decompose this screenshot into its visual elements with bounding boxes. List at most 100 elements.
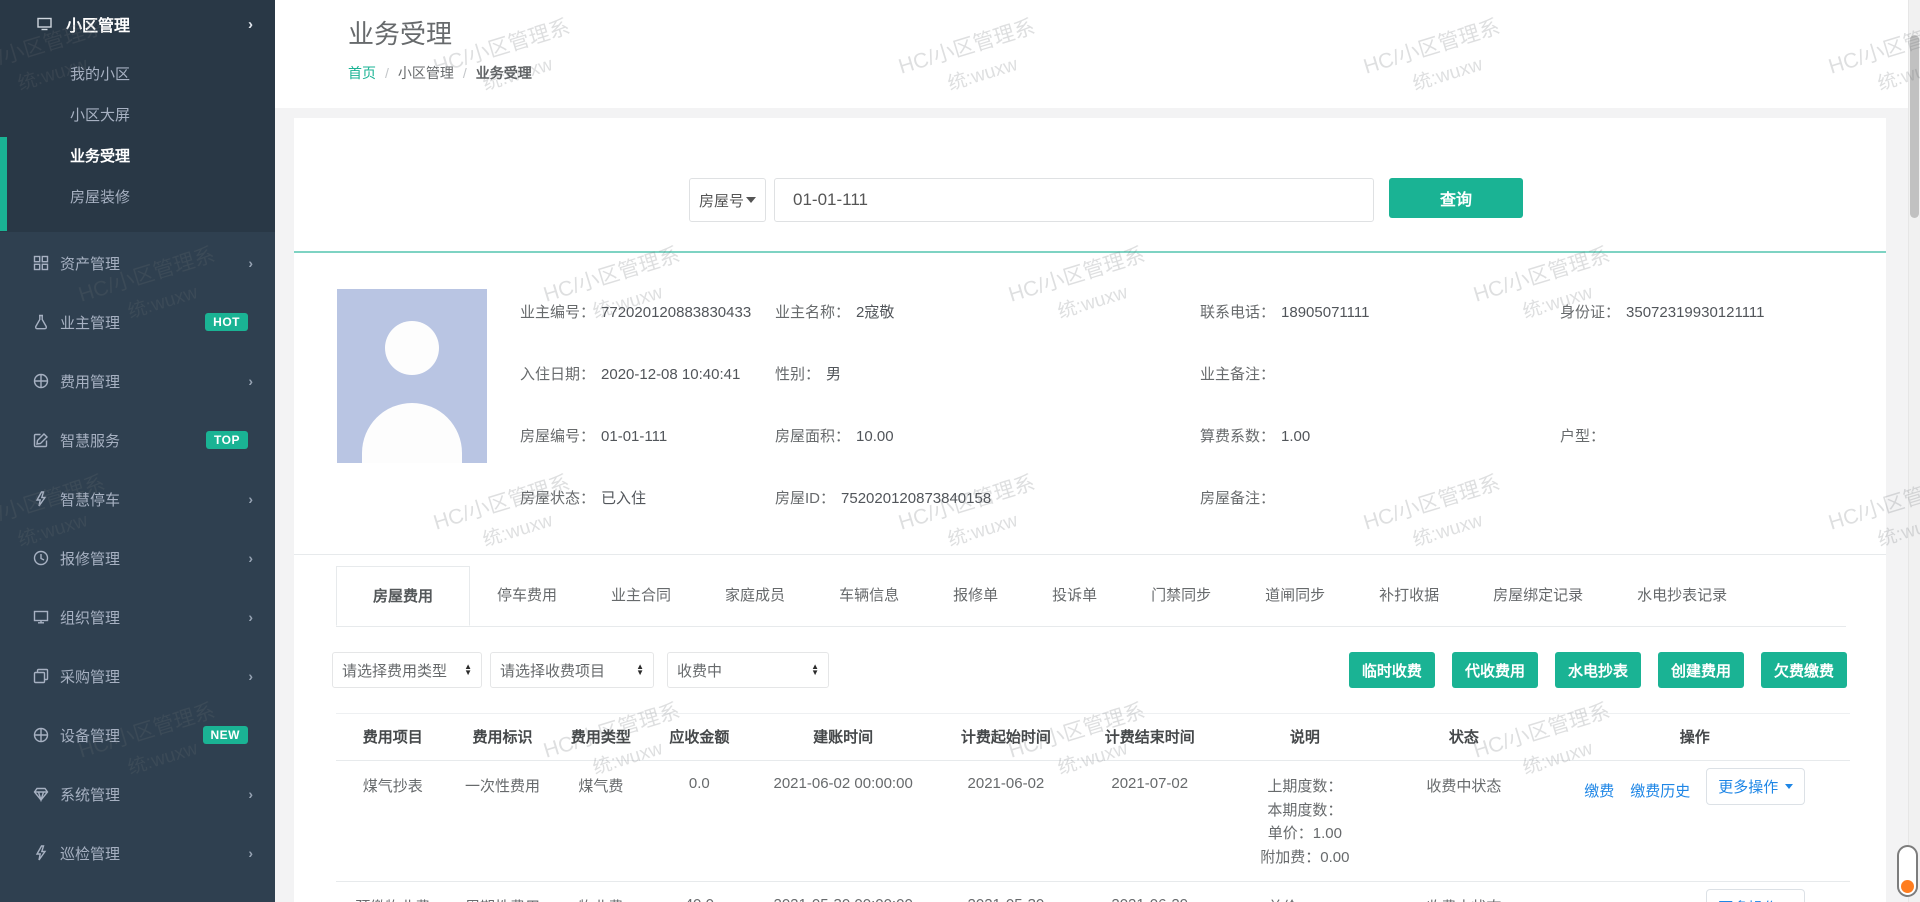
arrears-pay-button[interactable]: 欠费缴费	[1761, 652, 1847, 688]
page-title: 业务受理	[348, 14, 1920, 51]
tab-owner-contracts[interactable]: 业主合同	[584, 566, 698, 626]
field-house-remark: 房屋备注：	[1200, 485, 1560, 547]
sidebar-item-fees[interactable]: 费用管理›	[0, 359, 275, 403]
sidebar-item-assets[interactable]: 资产管理›	[0, 241, 275, 285]
field-id-card: 身份证：35072319930121111	[1560, 299, 1886, 361]
monitor-icon	[36, 16, 53, 32]
sidebar-item-purchasing[interactable]: 采购管理›	[0, 654, 275, 698]
owner-info-section: 业主编号：772020120883830433 业主名称：2寇敬 联系电话：18…	[294, 253, 1886, 555]
chevron-right-icon: ›	[248, 668, 253, 684]
tab-reprint-receipt[interactable]: 补打收据	[1352, 566, 1466, 626]
tab-complaint-orders[interactable]: 投诉单	[1025, 566, 1124, 626]
tab-repair-orders[interactable]: 报修单	[926, 566, 1025, 626]
globe-icon	[33, 550, 49, 566]
sidebar-item-repairs[interactable]: 报修管理›	[0, 536, 275, 580]
row-actions: 缴费 缴费历史 更多操作	[1542, 896, 1848, 902]
sidebar-subitem-big-screen[interactable]: 小区大屏	[0, 95, 275, 136]
vertical-scrollbar[interactable]	[1908, 0, 1920, 902]
field-house-status: 房屋状态：已入住	[520, 485, 775, 547]
scroll-indicator-widget[interactable]	[1897, 845, 1918, 897]
detail-tabs: 房屋费用 停车费用 业主合同 家庭成员 车辆信息 报修单 投诉单 门禁同步 道闸…	[336, 566, 1846, 627]
breadcrumb: 首页 / 小区管理 / 业务受理	[348, 63, 1920, 83]
tab-gate-sync[interactable]: 道闸同步	[1238, 566, 1352, 626]
create-fee-button[interactable]: 创建费用	[1658, 652, 1744, 688]
fee-type-select[interactable]: 请选择费用类型 ▲▼	[332, 652, 482, 688]
more-actions-button[interactable]: 更多操作	[1706, 889, 1805, 902]
meter-reading-button[interactable]: 水电抄表	[1555, 652, 1641, 688]
chevron-right-icon: ›	[248, 550, 253, 566]
sidebar-item-smart-service[interactable]: 智慧服务TOP	[0, 418, 275, 462]
sidebar-item-label: 小区管理	[66, 12, 130, 36]
bolt-icon	[33, 845, 49, 861]
field-phone: 联系电话：18905071111	[1200, 299, 1560, 361]
more-actions-button[interactable]: 更多操作	[1706, 768, 1805, 805]
fee-state-select[interactable]: 收费中 ▲▼	[667, 652, 829, 688]
tab-house-fees[interactable]: 房屋费用	[336, 566, 470, 626]
chevron-right-icon: ›	[248, 845, 253, 861]
field-owner-id: 业主编号：772020120883830433	[520, 299, 775, 361]
breadcrumb-current: 业务受理	[476, 63, 532, 83]
search-input[interactable]	[774, 178, 1374, 222]
tab-house-binding-records[interactable]: 房屋绑定记录	[1466, 566, 1610, 626]
main-area: 业务受理 首页 / 小区管理 / 业务受理 房屋号 查询	[275, 0, 1920, 902]
tab-family-members[interactable]: 家庭成员	[698, 566, 812, 626]
chevron-right-icon: ›	[248, 255, 253, 271]
search-section: 房屋号 查询	[294, 118, 1886, 253]
field-gender: 性别：男	[775, 361, 1200, 423]
temp-charge-button[interactable]: 临时收费	[1349, 652, 1435, 688]
updown-arrows-icon: ▲▼	[464, 664, 472, 676]
sidebar-item-devices[interactable]: 设备管理NEW	[0, 713, 275, 757]
breadcrumb-home-link[interactable]: 首页	[348, 63, 376, 83]
fee-description: 上期度数： 本期度数： 单价：1.00 附加费：0.00	[1222, 761, 1389, 882]
fee-item-select[interactable]: 请选择收费项目 ▲▼	[490, 652, 654, 688]
tab-access-sync[interactable]: 门禁同步	[1124, 566, 1238, 626]
fee-table: 费用项目 费用标识 费用类型 应收金额 建账时间 计费起始时间 计费结束时间 说…	[336, 713, 1850, 902]
globe-icon	[33, 373, 49, 389]
scroll-indicator-fill	[1901, 880, 1914, 893]
filter-row: 请选择费用类型 ▲▼ 请选择收费项目 ▲▼ 收费中 ▲▼ 临时收费 代收费用 水…	[332, 652, 1847, 688]
sidebar-subitem-my-community[interactable]: 我的小区	[0, 54, 275, 95]
sidebar-item-owners[interactable]: 业主管理HOT	[0, 300, 275, 344]
field-house-no: 房屋编号：01-01-111	[520, 423, 775, 485]
sidebar-item-inspection[interactable]: 巡检管理›	[0, 831, 275, 875]
sidebar-item-smart-parking[interactable]: 智慧停车›	[0, 477, 275, 521]
row-actions: 缴费 缴费历史 更多操作	[1542, 775, 1848, 805]
table-row: 预缴物业费 周期性费用 物业费 40.0 2021-05-30 00:00:00…	[336, 882, 1850, 902]
page-header: 业务受理 首页 / 小区管理 / 业务受理	[275, 0, 1920, 108]
pay-link[interactable]: 缴费	[1584, 780, 1614, 801]
content: 房屋号 查询 业主编号：772020120883830433 业主名称：2寇敬 …	[275, 108, 1920, 902]
sidebar-subitem-house-decoration[interactable]: 房屋装修	[0, 177, 275, 218]
collect-fee-button[interactable]: 代收费用	[1452, 652, 1538, 688]
field-house-area: 房屋面积：10.00	[775, 423, 1200, 485]
field-empty	[1560, 485, 1886, 547]
chevron-right-icon: ›	[248, 16, 253, 33]
globe-icon	[33, 727, 49, 743]
field-house-id: 房屋ID：752020120873840158	[775, 485, 1200, 547]
sidebar-item-system[interactable]: 系统管理›	[0, 772, 275, 816]
sidebar-item-organization[interactable]: 组织管理›	[0, 595, 275, 639]
tab-vehicle-info[interactable]: 车辆信息	[812, 566, 926, 626]
flask-icon	[33, 314, 49, 330]
status-text: 收费中状态	[1388, 761, 1539, 882]
pay-history-link[interactable]: 缴费历史	[1630, 780, 1690, 801]
query-button[interactable]: 查询	[1389, 178, 1523, 218]
field-owner-remark: 业主备注：	[1200, 361, 1560, 423]
tab-meter-reading-records[interactable]: 水电抄表记录	[1610, 566, 1754, 626]
chevron-right-icon: ›	[248, 491, 253, 507]
owner-fields: 业主编号：772020120883830433 业主名称：2寇敬 联系电话：18…	[520, 289, 1886, 554]
fee-description: 单价：4.00	[1222, 882, 1389, 902]
field-fee-coefficient: 算费系数：1.00	[1200, 423, 1560, 485]
edit-icon	[33, 432, 49, 448]
sidebar-group-community: 小区管理 › 我的小区 小区大屏 业务受理 房屋装修	[0, 0, 275, 232]
chevron-right-icon: ›	[248, 373, 253, 389]
desktop-icon	[33, 609, 49, 625]
breadcrumb-community: 小区管理	[398, 63, 454, 83]
search-type-select[interactable]: 房屋号	[689, 178, 766, 222]
gem-icon	[33, 786, 49, 802]
sidebar-item-community-mgmt[interactable]: 小区管理 ›	[0, 0, 275, 48]
scrollbar-thumb[interactable]	[1910, 35, 1919, 218]
tab-parking-fees[interactable]: 停车费用	[470, 566, 584, 626]
bolt-icon	[33, 491, 49, 507]
sidebar-subitem-business-acceptance[interactable]: 业务受理	[0, 136, 275, 177]
table-row: 煤气抄表 一次性费用 煤气费 0.0 2021-06-02 00:00:00 2…	[336, 761, 1850, 882]
